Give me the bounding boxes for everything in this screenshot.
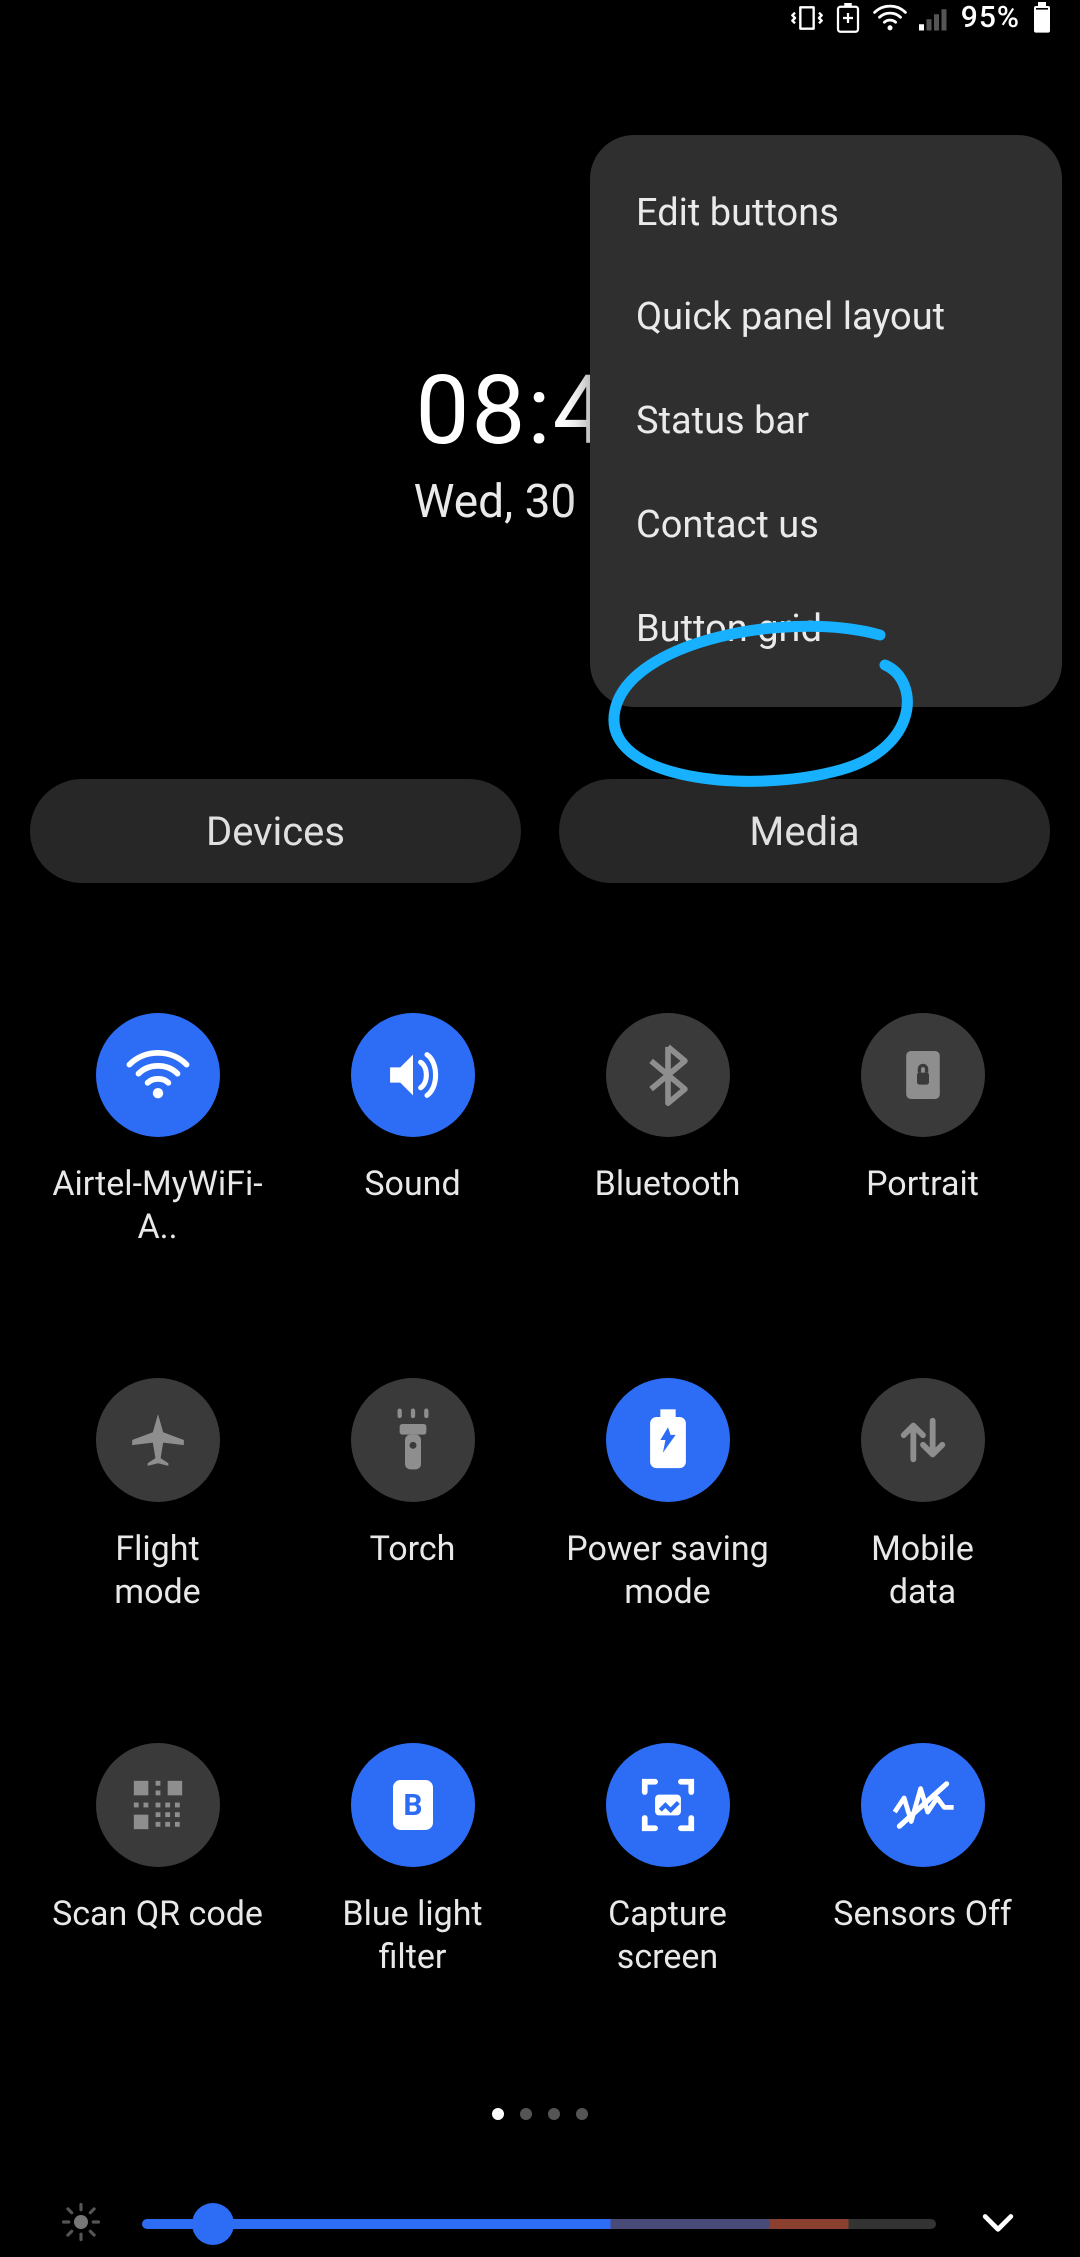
vibrate-icon: [791, 2, 823, 34]
qs-scan-qr[interactable]: Scan QR code: [30, 1743, 285, 1978]
data-arrows-icon: [861, 1378, 985, 1502]
brightness-slider[interactable]: [142, 2219, 936, 2229]
qs-label: Mobiledata: [871, 1528, 974, 1613]
devices-label: Devices: [206, 808, 345, 855]
media-label: Media: [749, 808, 859, 855]
expand-panel-button[interactable]: [976, 2200, 1020, 2248]
qr-icon: [96, 1743, 220, 1867]
blf-icon: B: [351, 1743, 475, 1867]
quick-settings-grid: Airtel-MyWiFi-A.. Sound Bluetooth Portra…: [30, 1013, 1050, 1978]
qs-label: Airtel-MyWiFi-A..: [43, 1163, 273, 1248]
wifi-icon: [873, 4, 907, 32]
qs-label: Power savingmode: [566, 1528, 769, 1613]
qs-torch[interactable]: Torch: [285, 1378, 540, 1613]
signal-icon: [919, 5, 949, 31]
qs-label: Sensors Off: [833, 1893, 1011, 1936]
menu-edit-buttons[interactable]: Edit buttons: [590, 161, 1062, 265]
lock-rotate-icon: [861, 1013, 985, 1137]
qs-blue-light-filter[interactable]: B Blue lightfilter: [285, 1743, 540, 1978]
devices-button[interactable]: Devices: [30, 779, 521, 883]
menu-contact-us[interactable]: Contact us: [590, 473, 1062, 577]
media-button[interactable]: Media: [559, 779, 1050, 883]
qs-label: Flightmode: [114, 1528, 200, 1613]
qs-portrait[interactable]: Portrait: [795, 1013, 1050, 1248]
menu-button-grid[interactable]: Button grid: [590, 577, 1062, 681]
page-indicator[interactable]: [30, 2108, 1050, 2120]
qs-label: Torch: [370, 1528, 456, 1571]
status-bar: 95%: [0, 0, 1080, 35]
battery-recycle-icon: [606, 1378, 730, 1502]
qs-bluetooth[interactable]: Bluetooth: [540, 1013, 795, 1248]
airplane-icon: [96, 1378, 220, 1502]
qs-label: Scan QR code: [52, 1893, 263, 1936]
qs-capture-screen[interactable]: Capturescreen: [540, 1743, 795, 1978]
sensors-off-icon: [861, 1743, 985, 1867]
capture-icon: [606, 1743, 730, 1867]
qs-flight-mode[interactable]: Flightmode: [30, 1378, 285, 1613]
qs-label: Sound: [364, 1163, 460, 1206]
settings-context-menu: Edit buttons Quick panel layout Status b…: [590, 135, 1062, 707]
battery-icon: [1032, 2, 1052, 34]
svg-text:B: B: [403, 1788, 422, 1823]
bluetooth-icon: [606, 1013, 730, 1137]
wifi-icon: [96, 1013, 220, 1137]
qs-sound[interactable]: Sound: [285, 1013, 540, 1248]
qs-power-saving[interactable]: Power savingmode: [540, 1378, 795, 1613]
volume-icon: [351, 1013, 475, 1137]
qs-mobile-data[interactable]: Mobiledata: [795, 1378, 1050, 1613]
menu-status-bar[interactable]: Status bar: [590, 369, 1062, 473]
qs-sensors-off[interactable]: Sensors Off: [795, 1743, 1050, 1978]
qs-wifi[interactable]: Airtel-MyWiFi-A..: [30, 1013, 285, 1248]
menu-quick-panel-layout[interactable]: Quick panel layout: [590, 265, 1062, 369]
battery-percent: 95%: [961, 0, 1020, 35]
battery-saver-icon: [835, 3, 861, 33]
qs-label: Portrait: [866, 1163, 979, 1206]
qs-label: Capturescreen: [608, 1893, 727, 1978]
qs-label: Blue lightfilter: [342, 1893, 482, 1978]
brightness-icon: [60, 2201, 102, 2247]
qs-label: Bluetooth: [595, 1163, 741, 1206]
flashlight-icon: [351, 1378, 475, 1502]
